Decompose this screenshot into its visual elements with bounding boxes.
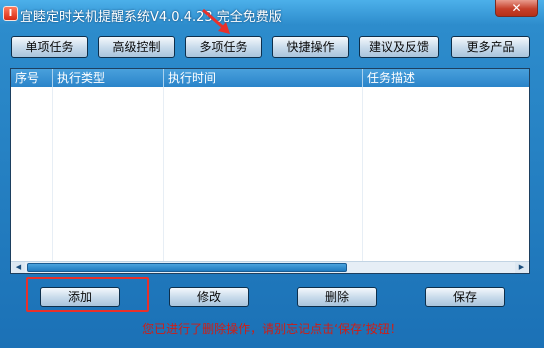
column-header-time[interactable]: 执行时间 (164, 69, 362, 87)
scroll-thumb[interactable] (27, 263, 347, 272)
feedback-button[interactable]: 建议及反馈 (359, 36, 439, 58)
app-icon: I (3, 6, 18, 21)
more-products-button[interactable]: 更多产品 (451, 36, 530, 58)
save-button[interactable]: 保存 (425, 287, 505, 307)
annotation-arrow-icon (202, 8, 230, 34)
status-notice: 您已进行了删除操作，请别忘记点击‘保存’按钮！ (142, 322, 402, 336)
close-button[interactable]: ✕ (495, 0, 538, 17)
single-task-button[interactable]: 单项任务 (11, 36, 88, 58)
toolbar: 单项任务 高级控制 多项任务 快捷操作 建议及反馈 更多产品 (0, 36, 544, 60)
grid-line (52, 87, 53, 261)
task-list-header: 序号 执行类型 执行时间 任务描述 (11, 69, 529, 87)
add-button[interactable]: 添加 (40, 287, 120, 307)
column-header-type[interactable]: 执行类型 (53, 69, 163, 87)
grid-line (163, 87, 164, 261)
task-list[interactable]: 序号 执行类型 执行时间 任务描述 ◀ ▶ (10, 68, 530, 274)
quick-action-button[interactable]: 快捷操作 (272, 36, 349, 58)
edit-button[interactable]: 修改 (169, 287, 249, 307)
title-bar[interactable]: I 宜睦定时关机提醒系统V4.0.4.23 完全免费版 ✕ (0, 0, 544, 28)
scroll-left-icon[interactable]: ◀ (12, 262, 25, 273)
column-header-description[interactable]: 任务描述 (363, 69, 529, 87)
horizontal-scrollbar[interactable]: ◀ ▶ (11, 261, 529, 273)
scroll-right-icon[interactable]: ▶ (515, 262, 528, 273)
window-title: 宜睦定时关机提醒系统V4.0.4.23 完全免费版 (20, 10, 282, 25)
delete-button[interactable]: 删除 (297, 287, 377, 307)
app-window: I 宜睦定时关机提醒系统V4.0.4.23 完全免费版 ✕ 单项任务 高级控制 … (0, 0, 544, 348)
column-header-index[interactable]: 序号 (11, 69, 52, 87)
grid-line (362, 87, 363, 261)
multi-task-button[interactable]: 多项任务 (185, 36, 262, 58)
advanced-control-button[interactable]: 高级控制 (98, 36, 175, 58)
